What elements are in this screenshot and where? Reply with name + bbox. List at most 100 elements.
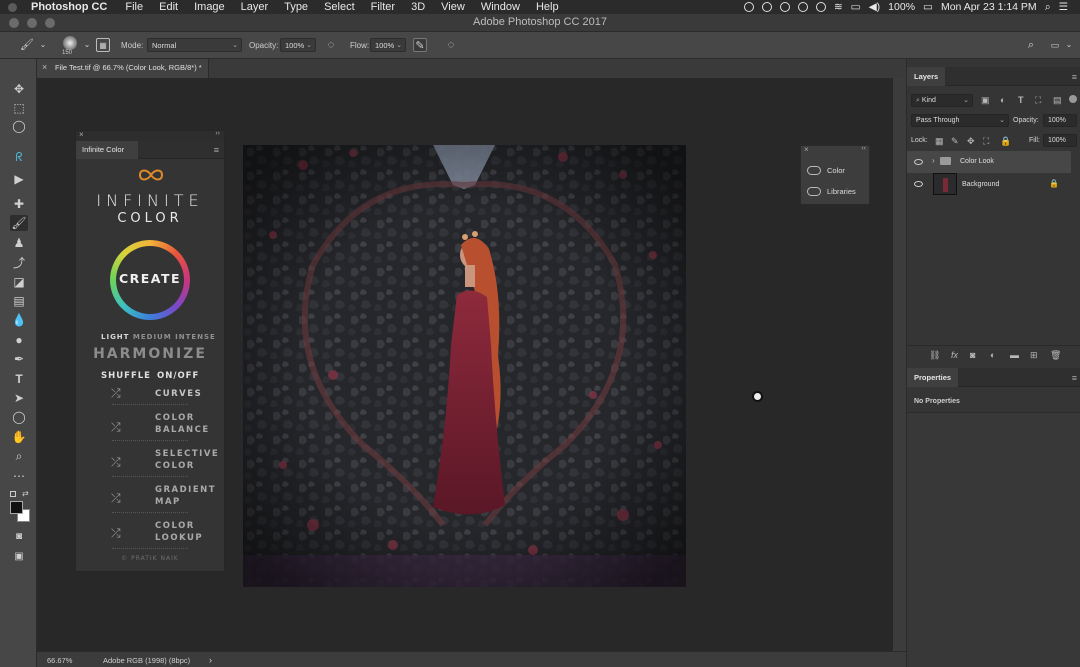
trash-icon[interactable]: 🗑 — [1050, 350, 1061, 361]
document-tab[interactable]: × File Test.tif @ 66.7% (Color Look, RGB… — [37, 59, 209, 78]
search-icon[interactable]: ⌕ — [1024, 38, 1038, 52]
menu-layer[interactable]: Layer — [241, 1, 269, 13]
brush-preset-preview[interactable] — [63, 36, 77, 50]
harmonize-button[interactable]: HARMONIZE — [76, 346, 224, 362]
apple-icon[interactable] — [8, 2, 17, 12]
selective-color-toggle[interactable]: SELECTIVE COLOR — [155, 448, 219, 472]
foreground-color-swatch[interactable] — [10, 501, 23, 514]
tab-layers[interactable]: Layers — [907, 67, 946, 86]
create-button[interactable]: CREATE — [110, 240, 190, 320]
menu-view[interactable]: View — [441, 1, 465, 13]
tab-infinite-color[interactable]: Infinite Color — [76, 141, 138, 159]
new-group-icon[interactable]: ▬ — [1010, 350, 1019, 360]
dropbox-icon[interactable] — [797, 2, 808, 12]
marquee-tool-icon[interactable]: ⬚ — [10, 100, 28, 116]
volume-icon[interactable]: ◀) — [869, 1, 881, 13]
layer-name-color-look[interactable]: Color Look — [960, 158, 994, 165]
visibility-eye-icon[interactable] — [914, 159, 923, 165]
swap-colors-icon[interactable]: ⇄ — [22, 489, 29, 498]
quick-selection-tool-icon[interactable]: ᖇ — [10, 149, 28, 165]
menu-type[interactable]: Type — [284, 1, 308, 13]
add-mask-icon[interactable]: ◙ — [970, 350, 975, 360]
airbrush-icon[interactable]: ✎ — [413, 38, 427, 52]
chevron-right-icon[interactable]: › — [932, 156, 935, 165]
dodge-tool-icon[interactable]: ● — [10, 332, 28, 348]
intensity-medium-button[interactable]: MEDIUM — [133, 333, 172, 341]
color-balance-toggle[interactable]: COLOR BALANCE — [155, 412, 210, 436]
fill-field[interactable]: 100% — [1043, 134, 1077, 147]
chevron-down-icon[interactable]: ⌄ — [36, 38, 50, 52]
layer-row-color-look[interactable]: › Color Look — [907, 151, 1071, 173]
path-selection-tool-icon[interactable]: ➤ — [10, 390, 28, 406]
spotlight-search-icon[interactable]: ⌕ — [1045, 1, 1051, 14]
color-lookup-toggle[interactable]: COLOR LOOKUP — [155, 520, 203, 544]
chevron-down-icon[interactable]: ⌄ — [80, 38, 94, 52]
panel-menu-icon[interactable]: ≡ — [1072, 373, 1077, 383]
blend-mode-select[interactable]: Pass Through ⌄ — [911, 114, 1009, 127]
adjustment-filter-icon[interactable]: ◐ — [1000, 95, 1005, 105]
notification-center-icon[interactable]: ☰ — [1059, 1, 1068, 13]
filter-toggle-icon[interactable] — [1069, 95, 1077, 103]
new-layer-icon[interactable]: ⊞ — [1030, 350, 1038, 361]
layer-opacity-field[interactable]: 100% — [1043, 114, 1077, 127]
vertical-scrollbar[interactable] — [893, 78, 906, 651]
record-icon[interactable] — [743, 2, 754, 12]
pixel-filter-icon[interactable]: ▣ — [981, 95, 990, 106]
menu-select[interactable]: Select — [324, 1, 355, 13]
panel-menu-icon[interactable]: ≡ — [214, 145, 219, 155]
panel-title-bar[interactable]: × ›› — [76, 130, 224, 141]
app-menu-photoshop[interactable]: Photoshop CC — [31, 1, 107, 13]
menu-window[interactable]: Window — [481, 1, 520, 13]
expand-icon[interactable]: ‹‹ — [861, 145, 866, 152]
clock[interactable]: Mon Apr 23 1:14 PM — [941, 1, 1037, 13]
curves-toggle[interactable]: CURVES — [155, 388, 202, 400]
intensity-light-button[interactable]: LIGHT — [101, 333, 129, 341]
chevron-down-icon[interactable]: ⌄ — [1062, 38, 1076, 52]
skype-icon[interactable] — [779, 2, 790, 12]
tab-properties[interactable]: Properties — [907, 368, 959, 387]
document-image[interactable] — [243, 145, 686, 587]
move-tool-icon[interactable]: ✥ — [10, 81, 28, 97]
layer-style-icon[interactable]: fx — [951, 350, 958, 360]
intensity-intense-button[interactable]: INTENSE — [175, 333, 216, 341]
visibility-eye-icon[interactable] — [914, 181, 923, 187]
play-action-icon[interactable]: ▶ — [10, 171, 28, 187]
menu-help[interactable]: Help — [536, 1, 559, 13]
pressure-opacity-icon[interactable]: ◌ — [324, 38, 338, 52]
zoom-tool-icon[interactable]: ⌕ — [10, 448, 28, 464]
adobe-cc-icon[interactable] — [761, 2, 772, 12]
close-icon[interactable]: × — [804, 145, 809, 154]
brush-panel-toggle-icon[interactable]: ▦ — [96, 38, 110, 52]
pressure-size-icon[interactable]: ◌ — [444, 38, 458, 52]
close-icon[interactable]: × — [42, 62, 47, 72]
gradient-tool-icon[interactable]: ▤ — [10, 293, 28, 309]
brush-tool-icon[interactable]: 🖌 — [10, 215, 28, 231]
chevron-right-icon[interactable]: › — [209, 655, 212, 665]
edit-toolbar-icon[interactable]: ⋯ — [10, 468, 28, 484]
healing-brush-tool-icon[interactable]: ✚ — [10, 196, 28, 212]
blur-tool-icon[interactable]: 💧 — [10, 312, 28, 328]
brush-tool-icon[interactable]: 🖌 — [20, 38, 34, 52]
lasso-tool-icon[interactable]: ◯ — [10, 118, 28, 134]
opacity-field[interactable]: 100% ⌄ — [280, 38, 316, 52]
lock-artboard-icon[interactable]: ⛶ — [983, 136, 989, 147]
gradient-map-toggle[interactable]: GRADIENT MAP — [155, 484, 216, 508]
mode-select[interactable]: Normal ⌄ — [147, 38, 242, 52]
adjustment-layer-icon[interactable]: ◐ — [990, 350, 995, 360]
history-brush-tool-icon[interactable]: ⤴ — [10, 255, 28, 271]
type-filter-icon[interactable]: T — [1018, 95, 1024, 105]
color-panel-button[interactable]: Color — [807, 166, 845, 175]
type-tool-icon[interactable]: T — [10, 371, 28, 387]
link-layers-icon[interactable]: ⛓ — [929, 350, 940, 361]
menu-3d[interactable]: 3D — [411, 1, 425, 13]
quick-mask-icon[interactable]: ◙ — [10, 529, 28, 545]
layer-name-background[interactable]: Background — [962, 181, 999, 188]
shuffle-color-lookup-icon[interactable]: ⤮ — [111, 526, 121, 541]
lock-transparent-pixels-icon[interactable]: ▦ — [935, 136, 944, 147]
lock-all-icon[interactable]: 🔒 — [1000, 136, 1011, 147]
close-icon[interactable]: × — [79, 130, 84, 139]
zoom-level[interactable]: 66.67% — [47, 656, 72, 665]
menu-image[interactable]: Image — [194, 1, 225, 13]
panel-menu-icon[interactable]: ≡ — [1072, 72, 1077, 82]
layer-row-background[interactable]: Background 🔒 — [907, 171, 1071, 197]
